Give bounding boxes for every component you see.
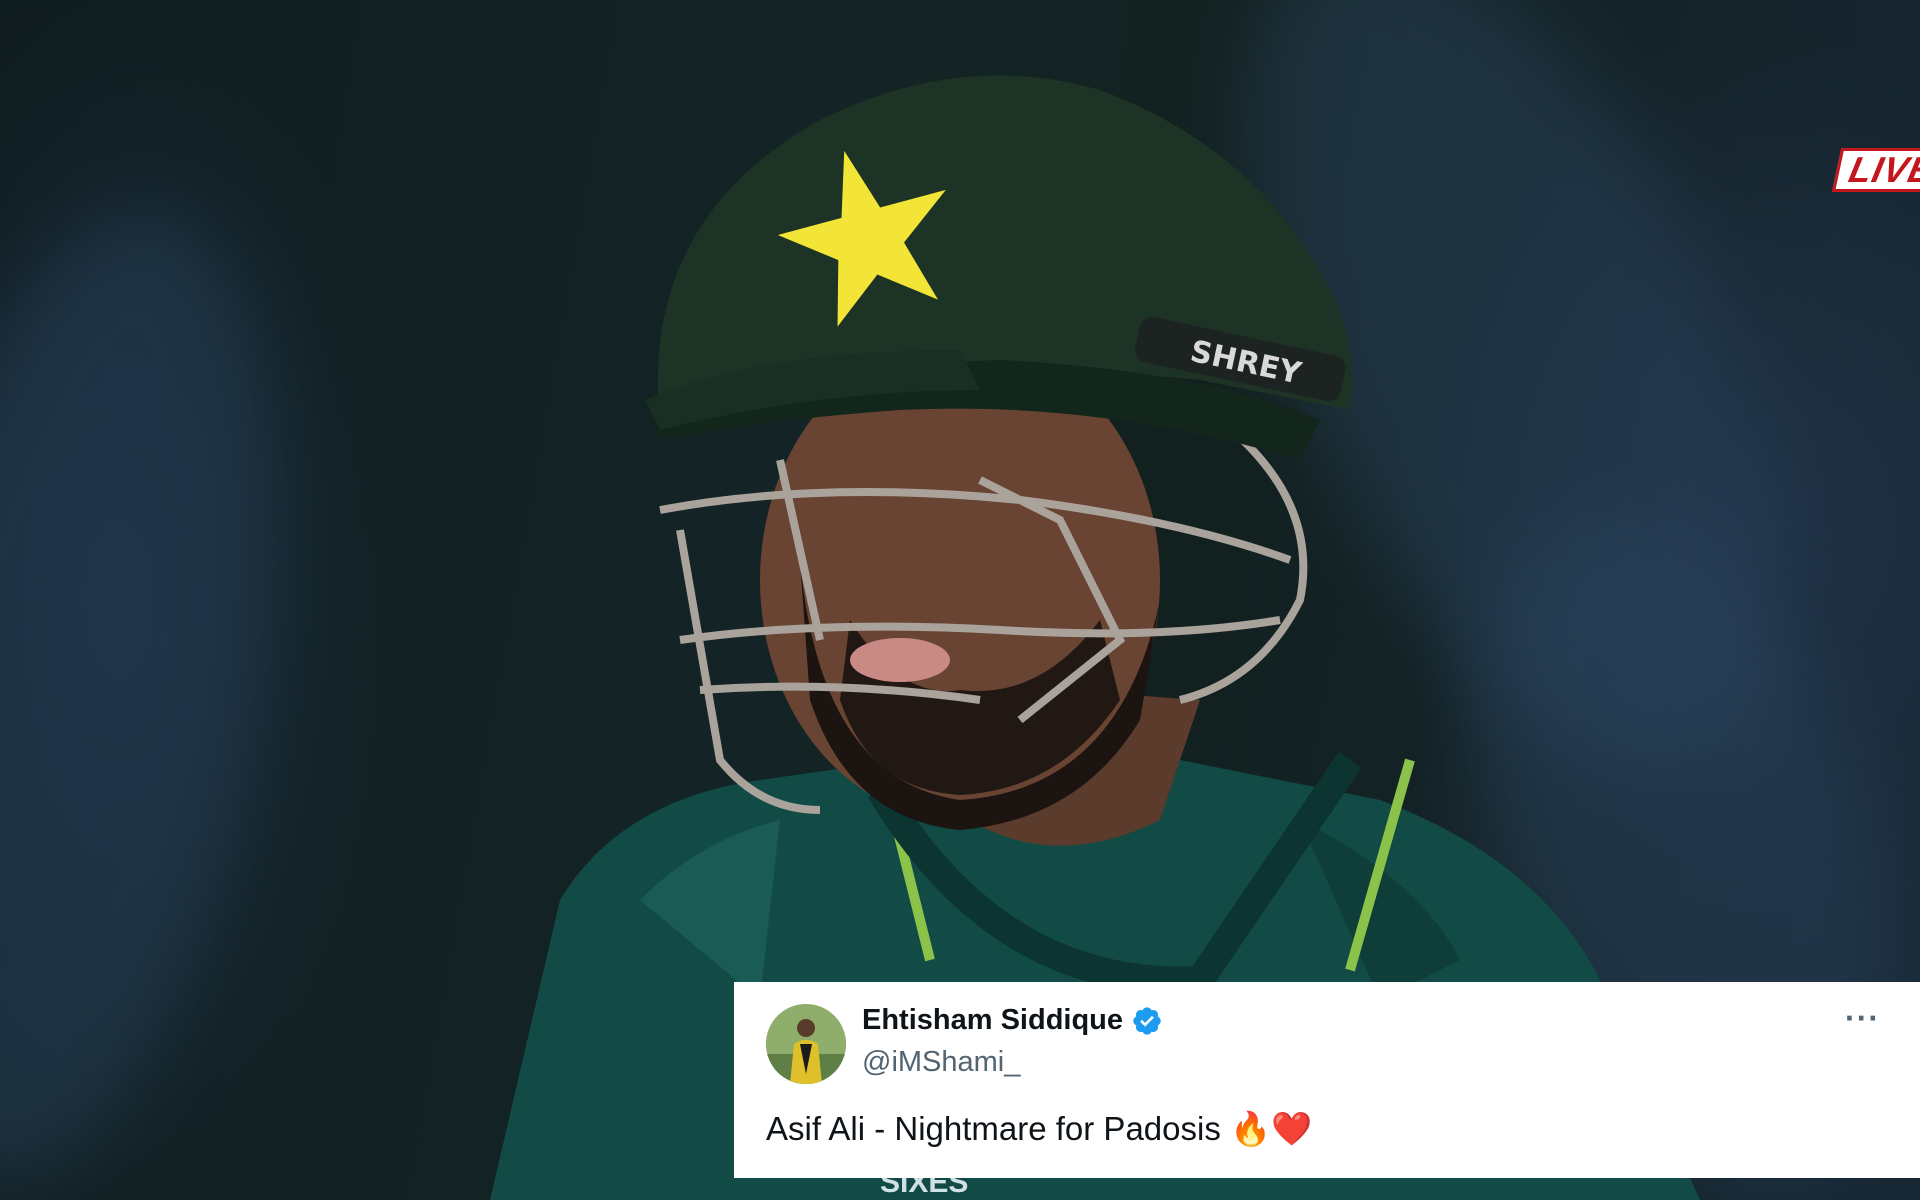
tweet-card[interactable]: Ehtisham Siddique @iMShami_ ··· Asif Ali… — [734, 982, 1920, 1178]
more-options-icon[interactable]: ··· — [1845, 1000, 1880, 1037]
avatar[interactable] — [766, 1004, 846, 1084]
tweet-handle[interactable]: @iMShami_ — [862, 1046, 1020, 1079]
display-name[interactable]: Ehtisham Siddique — [862, 1004, 1123, 1037]
live-badge: LIVE — [1832, 148, 1920, 192]
verified-badge-icon — [1133, 1006, 1161, 1035]
tweet-author-name[interactable]: Ehtisham Siddique — [862, 1004, 1163, 1037]
tweet-text: Asif Ali - Nightmare for Padosis 🔥❤️ — [766, 1110, 1313, 1147]
